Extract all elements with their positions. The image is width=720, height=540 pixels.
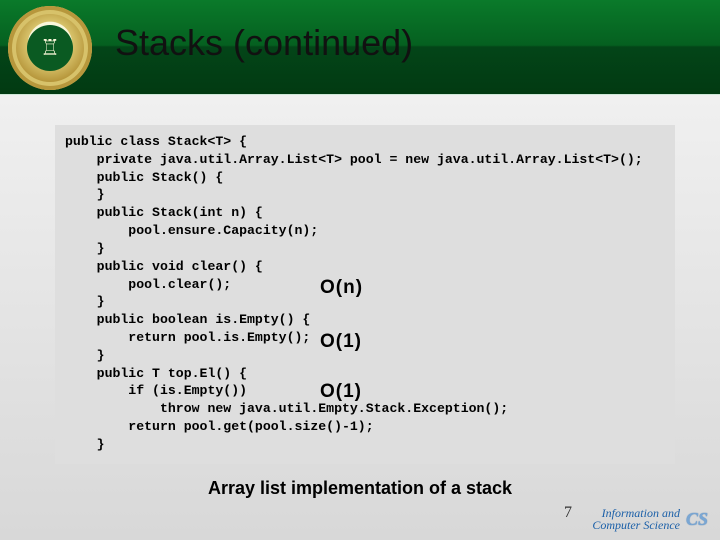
footer-logo: Information and Computer Science CS: [592, 507, 708, 532]
code-line: public Stack() {: [65, 169, 665, 187]
code-line: }: [65, 436, 665, 454]
code-line: }: [65, 240, 665, 258]
footer-line2: Computer Science: [592, 519, 680, 532]
code-line: }: [65, 186, 665, 204]
code-line: throw new java.util.Empty.Stack.Exceptio…: [65, 400, 665, 418]
code-line: }: [65, 293, 665, 311]
slide-caption: Array list implementation of a stack: [0, 478, 720, 499]
code-line: pool.ensure.Capacity(n);: [65, 222, 665, 240]
code-line: return pool.get(pool.size()-1);: [65, 418, 665, 436]
page-number: 7: [564, 504, 572, 522]
code-line: pool.clear();: [65, 276, 665, 294]
header-bar: ♖ Stacks (continued): [0, 0, 720, 95]
code-line: public class Stack<T> {: [65, 133, 665, 151]
complexity-annotation-clear: O(n): [320, 275, 363, 301]
cs-badge-icon: CS: [686, 509, 708, 530]
seal-tower-icon: ♖: [27, 25, 73, 71]
code-line: return pool.is.Empty();: [65, 329, 665, 347]
code-line: public Stack(int n) {: [65, 204, 665, 222]
code-line: private java.util.Array.List<T> pool = n…: [65, 151, 665, 169]
code-line: public boolean is.Empty() {: [65, 311, 665, 329]
university-seal-icon: ♖: [8, 6, 92, 90]
complexity-annotation-topel: O(1): [320, 379, 362, 405]
footer-text: Information and Computer Science: [592, 507, 680, 532]
code-line: }: [65, 347, 665, 365]
slide-title: Stacks (continued): [115, 22, 413, 64]
complexity-annotation-isempty: O(1): [320, 329, 362, 355]
code-block: public class Stack<T> { private java.uti…: [55, 125, 675, 464]
code-line: if (is.Empty()): [65, 382, 665, 400]
code-line: public T top.El() {: [65, 365, 665, 383]
code-line: public void clear() {: [65, 258, 665, 276]
